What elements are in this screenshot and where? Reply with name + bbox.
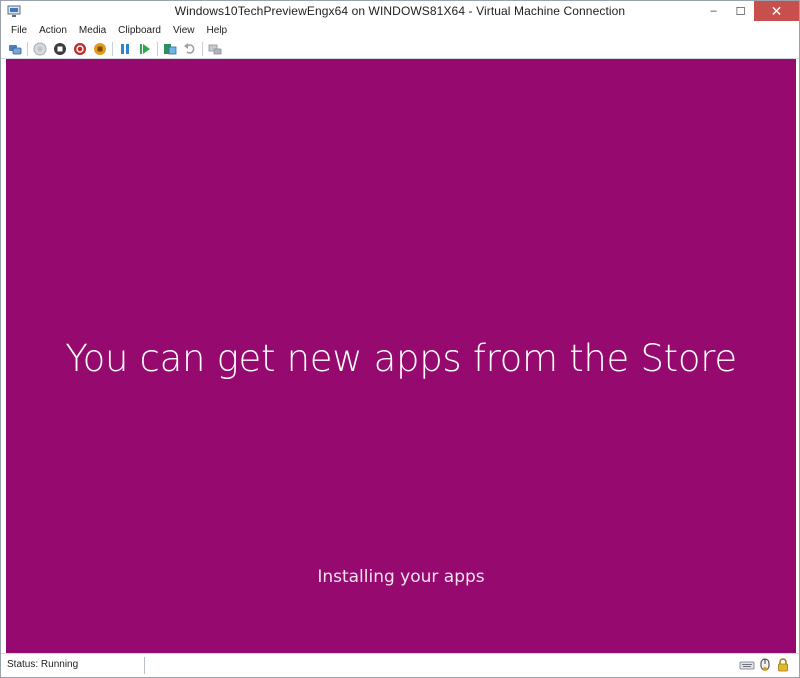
shut-down-icon <box>74 42 86 55</box>
toolbar-separator <box>202 41 203 56</box>
maximize-button[interactable]: ☐ <box>727 1 754 21</box>
window-title: Windows10TechPreviewEngx64 on WINDOWS81X… <box>174 4 626 18</box>
vm-display[interactable]: You can get new apps from the Store Inst… <box>6 59 796 653</box>
status-icons <box>739 657 791 673</box>
start-icon <box>33 42 47 55</box>
vm-connection-window: Windows10TechPreviewEngx64 on WINDOWS81X… <box>0 0 800 678</box>
shut-down-button[interactable] <box>72 41 88 57</box>
toolbar-separator <box>112 41 113 56</box>
start-button[interactable] <box>32 41 48 57</box>
lock-icon[interactable] <box>775 657 791 673</box>
turn-off-icon <box>54 42 66 55</box>
setup-headline: You can get new apps from the Store <box>65 337 737 380</box>
resume-icon <box>140 43 150 54</box>
caption-buttons: – ☐ ✕ <box>700 1 799 21</box>
menu-media[interactable]: Media <box>73 22 112 39</box>
menu-clipboard[interactable]: Clipboard <box>112 22 167 39</box>
enhanced-session-icon <box>208 44 222 54</box>
status-bar: Status: Running <box>1 653 799 677</box>
menu-bar: File Action Media Clipboard View Help <box>1 22 799 39</box>
save-button[interactable] <box>92 41 108 57</box>
revert-icon <box>184 42 195 54</box>
keyboard-icon[interactable] <box>739 657 755 673</box>
setup-status-text: Installing your apps <box>317 567 485 587</box>
menu-file[interactable]: File <box>5 22 33 39</box>
ctrl-alt-del-icon <box>9 44 22 54</box>
revert-button[interactable] <box>182 41 198 57</box>
menu-action[interactable]: Action <box>33 22 73 39</box>
ctrl-alt-del-button[interactable] <box>7 41 23 57</box>
save-icon <box>94 42 106 55</box>
close-button[interactable]: ✕ <box>754 1 799 21</box>
menu-view[interactable]: View <box>167 22 201 39</box>
title-bar[interactable]: Windows10TechPreviewEngx64 on WINDOWS81X… <box>1 1 799 22</box>
checkpoint-icon <box>164 43 177 54</box>
mouse-capture-icon[interactable] <box>757 657 773 673</box>
toolbar-separator <box>27 41 28 56</box>
status-divider <box>144 657 145 674</box>
pause-button[interactable] <box>117 41 133 57</box>
turn-off-button[interactable] <box>52 41 68 57</box>
minimize-button[interactable]: – <box>700 1 727 21</box>
resume-button[interactable] <box>137 41 153 57</box>
toolbar-separator <box>157 41 158 56</box>
enhanced-session-button[interactable] <box>207 41 223 57</box>
pause-icon <box>121 43 129 54</box>
toolbar <box>1 39 799 59</box>
vm-status: Status: Running <box>7 659 79 670</box>
menu-help[interactable]: Help <box>200 22 233 39</box>
checkpoint-button[interactable] <box>162 41 178 57</box>
